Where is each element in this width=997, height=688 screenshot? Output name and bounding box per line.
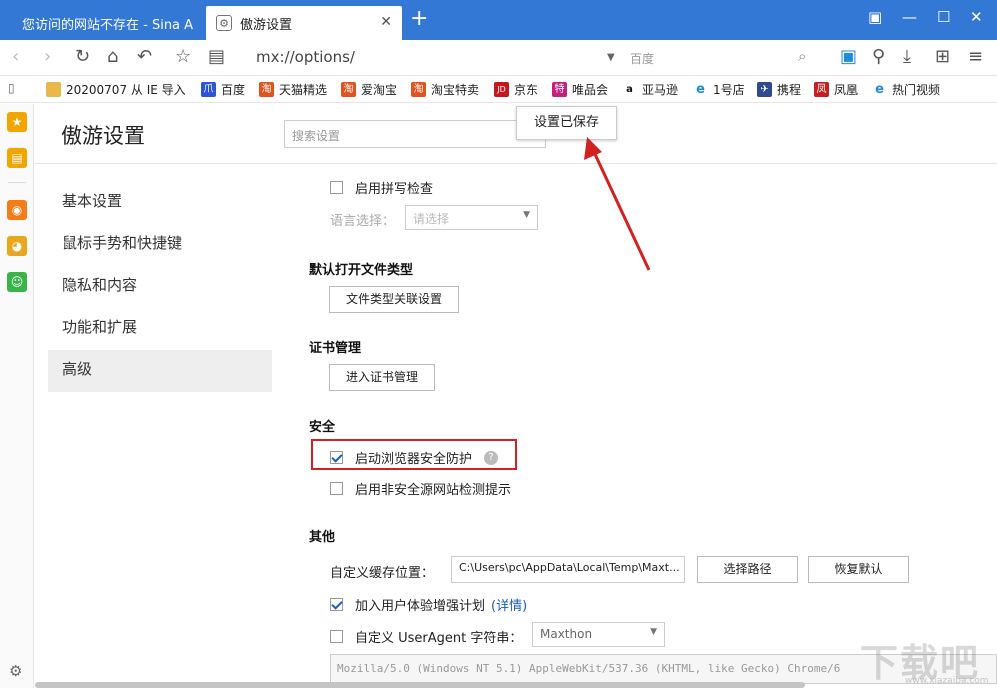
- horizontal-scrollbar[interactable]: [35, 682, 805, 688]
- watermark-url: www.xiazaiba.com: [905, 676, 989, 686]
- annotation-arrow: [584, 137, 651, 271]
